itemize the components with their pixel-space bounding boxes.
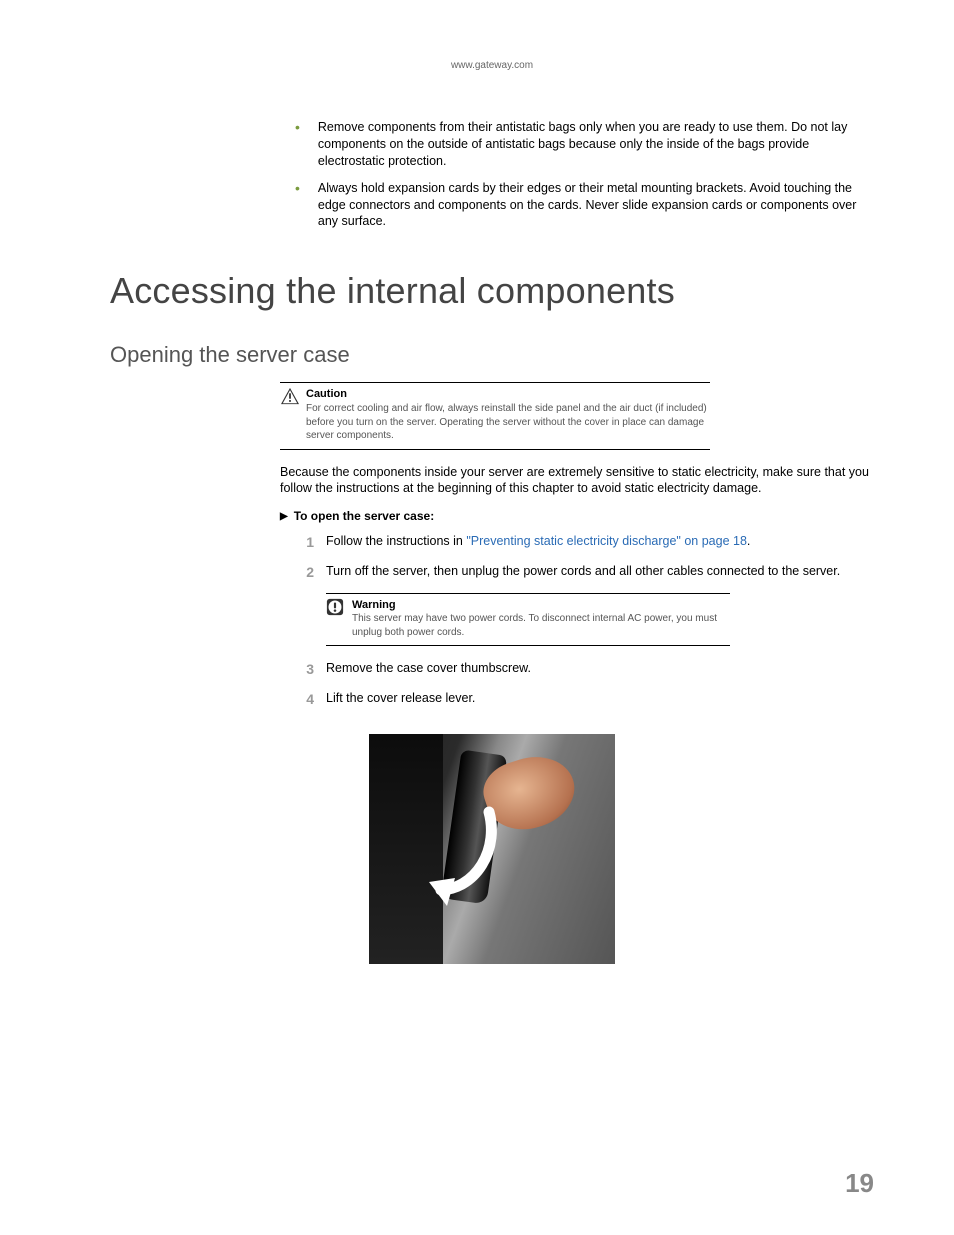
cross-reference-link[interactable]: "Preventing static electricity discharge… <box>466 534 747 548</box>
step-number: 1 <box>290 533 314 553</box>
step-text: Turn off the server, then unplug the pow… <box>326 563 874 583</box>
section-heading: Accessing the internal components <box>110 270 874 312</box>
step-2: 2 Turn off the server, then unplug the p… <box>290 563 874 583</box>
bullet-dot-icon: • <box>295 119 300 170</box>
bullet-item: • Always hold expansion cards by their e… <box>295 180 874 231</box>
header-url: www.gateway.com <box>110 60 874 71</box>
step-4: 4 Lift the cover release lever. <box>290 690 874 710</box>
step-number: 3 <box>290 660 314 680</box>
motion-arrow-icon <box>421 804 511 914</box>
step-text: Lift the cover release lever. <box>326 690 874 710</box>
caution-title: Caution <box>306 388 347 400</box>
step-1: 1 Follow the instructions in "Preventing… <box>290 533 874 553</box>
caution-icon <box>280 387 300 405</box>
bullet-dot-icon: • <box>295 180 300 231</box>
step-1-pretext: Follow the instructions in <box>326 534 466 548</box>
page-number: 19 <box>845 1168 874 1199</box>
intro-paragraph: Because the components inside your serve… <box>280 464 874 498</box>
procedure-title-text: To open the server case: <box>294 509 435 523</box>
warning-body: This server may have two power cords. To… <box>352 613 717 638</box>
antistatic-bullet-list: • Remove components from their antistati… <box>295 119 874 230</box>
step-list: 1 Follow the instructions in "Preventing… <box>290 533 874 582</box>
step-list-continued: 3 Remove the case cover thumbscrew. 4 Li… <box>290 660 874 709</box>
warning-title: Warning <box>352 599 396 611</box>
cover-release-figure <box>369 734 615 964</box>
bullet-text: Always hold expansion cards by their edg… <box>318 180 874 231</box>
warning-icon <box>326 598 346 616</box>
procedure-arrow-icon: ▶ <box>280 511 288 522</box>
warning-callout: Warning This server may have two power c… <box>326 593 730 647</box>
step-text: Remove the case cover thumbscrew. <box>326 660 874 680</box>
step-text: Follow the instructions in "Preventing s… <box>326 533 874 553</box>
step-number: 4 <box>290 690 314 710</box>
bullet-text: Remove components from their antistatic … <box>318 119 874 170</box>
step-3: 3 Remove the case cover thumbscrew. <box>290 660 874 680</box>
caution-callout: Caution For correct cooling and air flow… <box>280 382 710 449</box>
procedure-title: ▶ To open the server case: <box>280 509 874 523</box>
caution-body: For correct cooling and air flow, always… <box>306 403 707 441</box>
subsection-heading: Opening the server case <box>110 342 874 368</box>
bullet-item: • Remove components from their antistati… <box>295 119 874 170</box>
step-number: 2 <box>290 563 314 583</box>
step-1-posttext: . <box>747 534 750 548</box>
